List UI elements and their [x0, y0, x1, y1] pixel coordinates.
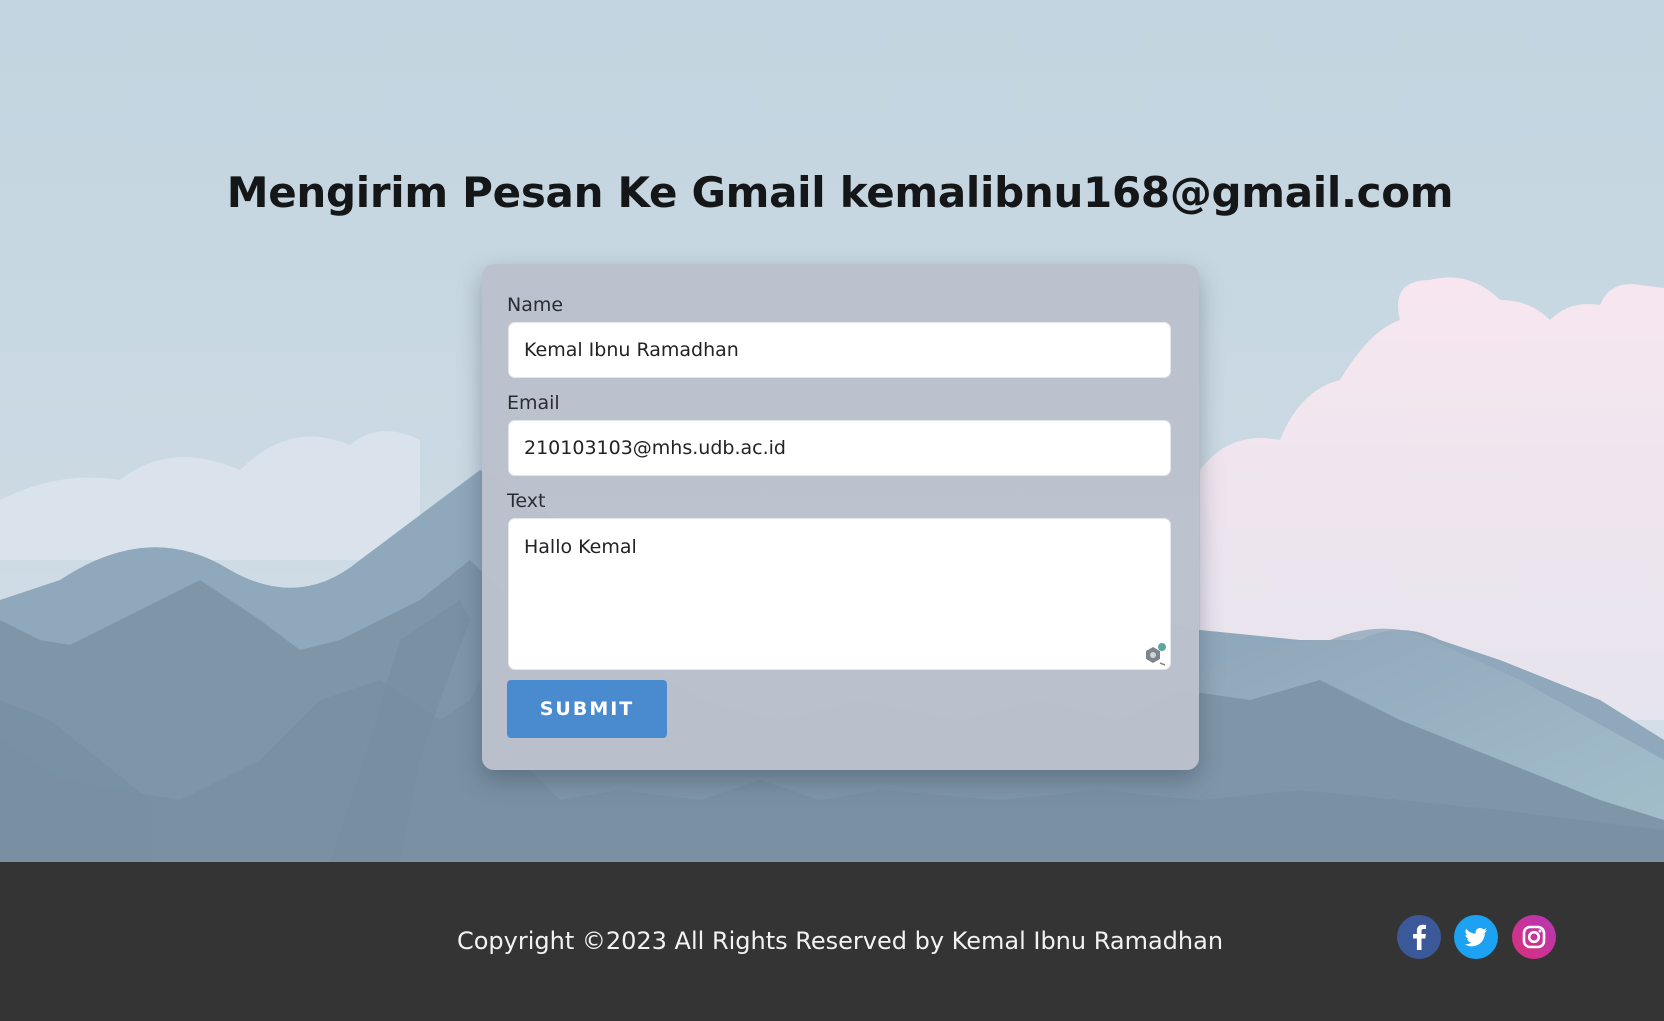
twitter-link[interactable]	[1454, 915, 1498, 959]
instagram-icon	[1512, 915, 1556, 959]
grammar-assistant-icon[interactable]	[1142, 641, 1168, 667]
facebook-link[interactable]	[1397, 915, 1441, 959]
email-label: Email	[507, 392, 560, 414]
contact-form: Name Kemal Ibnu Ramadhan Email 210103103…	[482, 264, 1199, 770]
facebook-icon	[1397, 915, 1441, 959]
instagram-link[interactable]	[1512, 915, 1556, 959]
name-label: Name	[507, 294, 564, 316]
footer: Copyright ©2023 All Rights Reserved by K…	[0, 862, 1664, 1021]
text-area-value: Hallo Kemal	[524, 536, 637, 558]
text-label: Text	[507, 490, 546, 512]
page-title: Mengirim Pesan Ke Gmail kemalibnu168@gma…	[226, 168, 1454, 217]
submit-button[interactable]: SUBMIT	[507, 680, 667, 738]
twitter-icon	[1454, 915, 1498, 959]
email-field[interactable]: 210103103@mhs.udb.ac.id	[508, 420, 1171, 476]
name-field[interactable]: Kemal Ibnu Ramadhan	[508, 322, 1171, 378]
text-area[interactable]: Hallo Kemal	[508, 518, 1171, 670]
